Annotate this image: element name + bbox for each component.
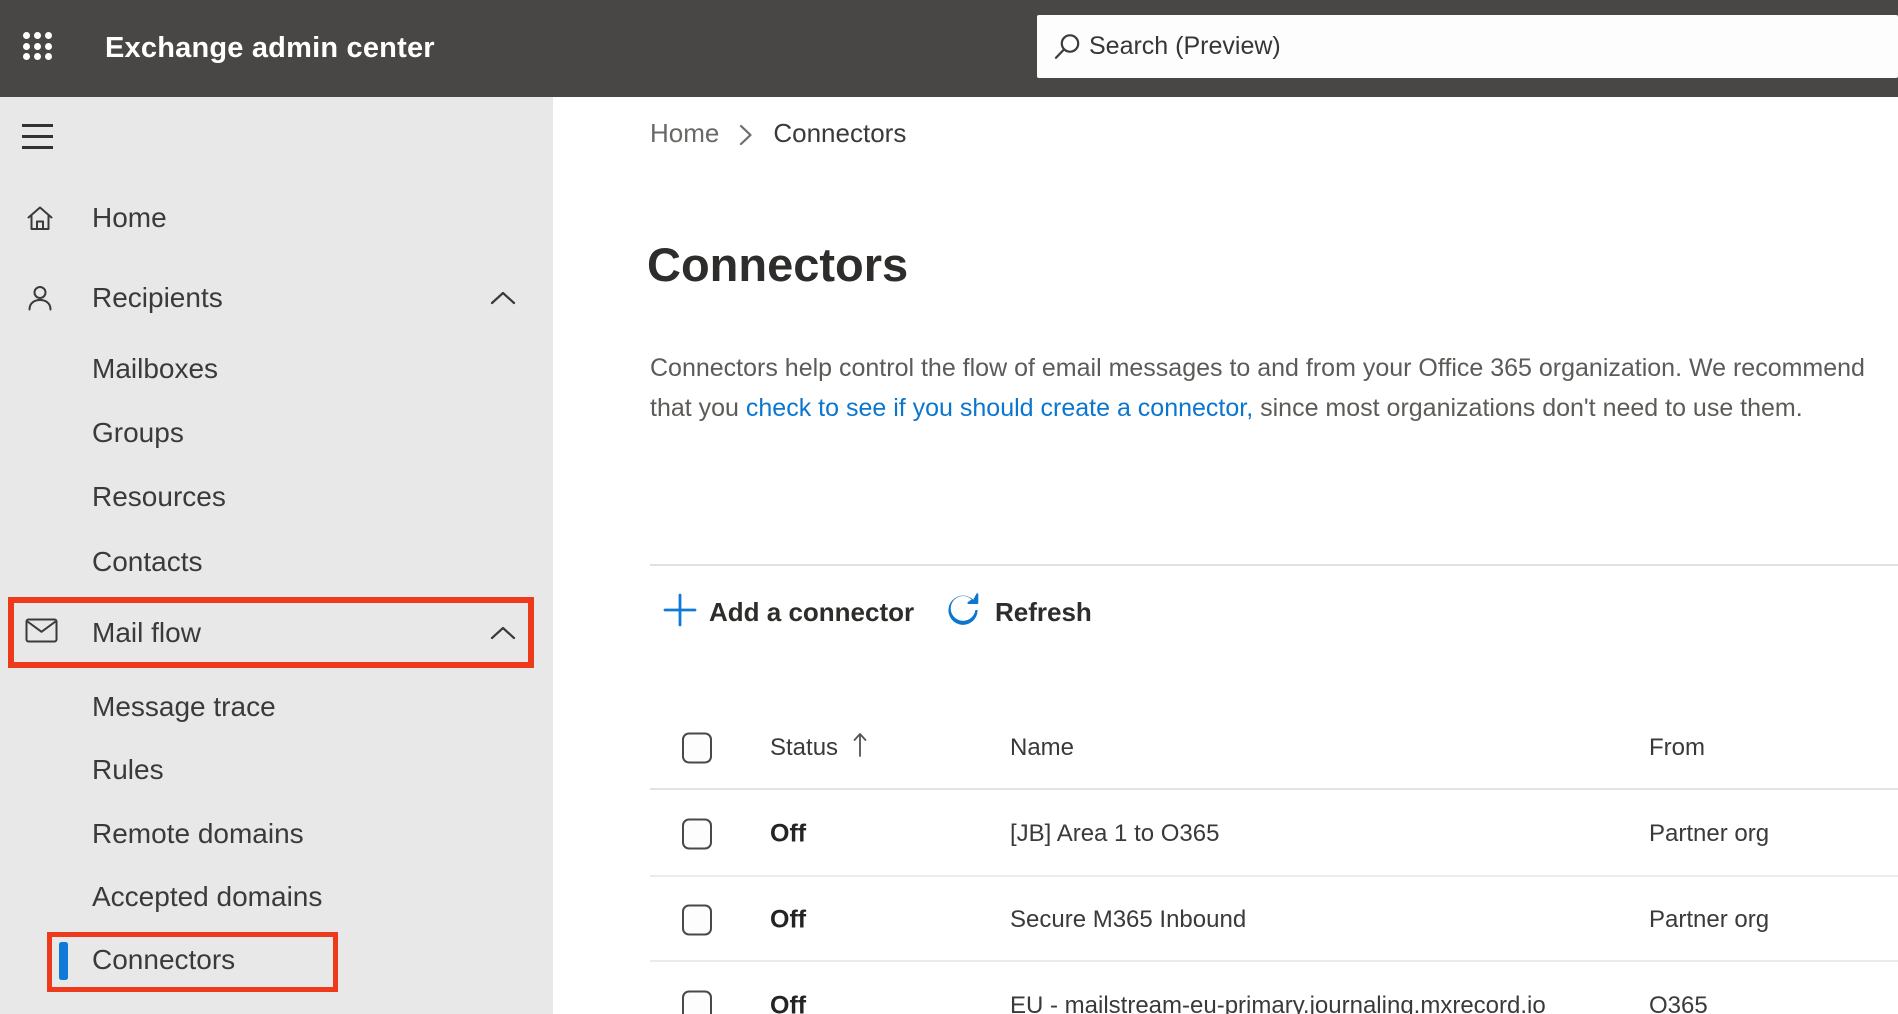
divider [650, 564, 1898, 566]
sidebar-item-connectors[interactable]: Connectors [0, 928, 553, 992]
breadcrumb-home-link[interactable]: Home [650, 118, 719, 149]
row-name[interactable]: EU - mailstream-eu-primary.journaling.mx… [1010, 992, 1546, 1014]
search-icon [1053, 32, 1082, 61]
row-from: O365 [1649, 991, 1708, 1014]
sidebar-item-label: Groups [92, 417, 184, 448]
arrow-up-icon [852, 731, 868, 765]
sidebar-item-label: Accepted domains [92, 881, 323, 912]
sidebar-item-label: Contacts [92, 546, 203, 577]
refresh-icon [943, 590, 983, 635]
toolbar: Add a connector Refresh [553, 592, 1898, 632]
row-checkbox[interactable] [682, 990, 712, 1014]
sidebar-item-contacts[interactable]: Contacts [0, 530, 553, 594]
exchange-admin-center-window: Exchange admin center Home Recipients Mail… [0, 0, 1898, 1014]
column-header-from[interactable]: From [1649, 734, 1705, 762]
table-row: Off [JB] Area 1 to O365 Partner org [553, 790, 1898, 877]
sidebar-item-label: Mail flow [92, 617, 201, 648]
row-status: Off [770, 905, 807, 933]
description-text-after: since most organizations don't need to u… [1253, 393, 1803, 422]
chevron-right-icon [739, 122, 753, 146]
column-header-status[interactable]: Status [770, 731, 868, 765]
hamburger-menu-icon[interactable] [22, 124, 53, 149]
search-box[interactable] [1037, 15, 1898, 78]
page-description: Connectors help control the flow of emai… [650, 349, 1870, 428]
mail-icon [25, 618, 58, 648]
app-title: Exchange admin center [105, 32, 435, 64]
table-row: Off Secure M365 Inbound Partner org [553, 877, 1898, 962]
search-input[interactable] [1089, 15, 1879, 78]
sidebar-item-message-trace[interactable]: Message trace [0, 675, 553, 739]
sidebar-item-label: Message trace [92, 691, 276, 722]
sidebar-item-mail-flow[interactable]: Mail flow [0, 601, 553, 665]
row-checkbox[interactable] [682, 904, 712, 935]
sidebar-item-remote-domains[interactable]: Remote domains [0, 802, 553, 866]
refresh-label: Refresh [995, 596, 1092, 627]
sidebar-item-label: Connectors [92, 944, 236, 975]
table-row: Off EU - mailstream-eu-primary.journaling… [553, 962, 1898, 1014]
table-header-row: Status Name From [553, 705, 1898, 790]
sidebar-item-accepted-domains[interactable]: Accepted domains [0, 865, 553, 929]
chevron-up-icon [490, 291, 516, 305]
refresh-button[interactable]: Refresh [943, 592, 1092, 632]
row-name[interactable]: [JB] Area 1 to O365 [1010, 820, 1219, 848]
column-header-name[interactable]: Name [1010, 734, 1074, 762]
sidebar-item-label: Mailboxes [92, 353, 219, 384]
add-connector-button[interactable]: Add a connector [663, 592, 914, 632]
breadcrumb: Home Connectors [650, 111, 906, 155]
row-checkbox[interactable] [682, 818, 712, 849]
sidebar-item-groups[interactable]: Groups [0, 401, 553, 465]
sidebar-item-rules[interactable]: Rules [0, 738, 553, 802]
row-name[interactable]: Secure M365 Inbound [1010, 906, 1246, 934]
sidebar-item-label: Home [92, 202, 167, 233]
sidebar-item-mailboxes[interactable]: Mailboxes [0, 337, 553, 401]
row-from: Partner org [1649, 819, 1770, 847]
row-status: Off [770, 819, 807, 847]
app-launcher-button[interactable] [14, 18, 72, 78]
sidebar-item-recipients[interactable]: Recipients [0, 266, 553, 330]
sidebar-item-label: Resources [92, 481, 226, 512]
sidebar-item-label: Recipients [92, 282, 223, 313]
select-all-checkbox[interactable] [682, 732, 712, 763]
top-bar: Exchange admin center [0, 0, 1898, 97]
create-connector-check-link[interactable]: check to see if you should create a conn… [746, 394, 1253, 422]
main-content: Home Connectors Connectors Connectors he… [553, 97, 1898, 1014]
row-status: Off [770, 991, 807, 1014]
sidebar-item-label: Remote domains [92, 818, 304, 849]
row-from: Partner org [1649, 905, 1770, 933]
sidebar-nav: Home Recipients Mailboxes Groups Resources Co… [0, 97, 553, 1014]
add-connector-label: Add a connector [709, 596, 915, 627]
breadcrumb-current: Connectors [773, 117, 907, 148]
page-title: Connectors [647, 238, 909, 291]
waffle-grid-icon [23, 32, 56, 64]
sidebar-item-home[interactable]: Home [0, 186, 553, 250]
sidebar-item-resources[interactable]: Resources [0, 465, 553, 529]
person-icon [25, 283, 58, 313]
chevron-up-icon [490, 626, 516, 640]
home-icon [25, 203, 58, 233]
plus-icon [663, 593, 697, 632]
sidebar-item-label: Rules [92, 754, 164, 785]
